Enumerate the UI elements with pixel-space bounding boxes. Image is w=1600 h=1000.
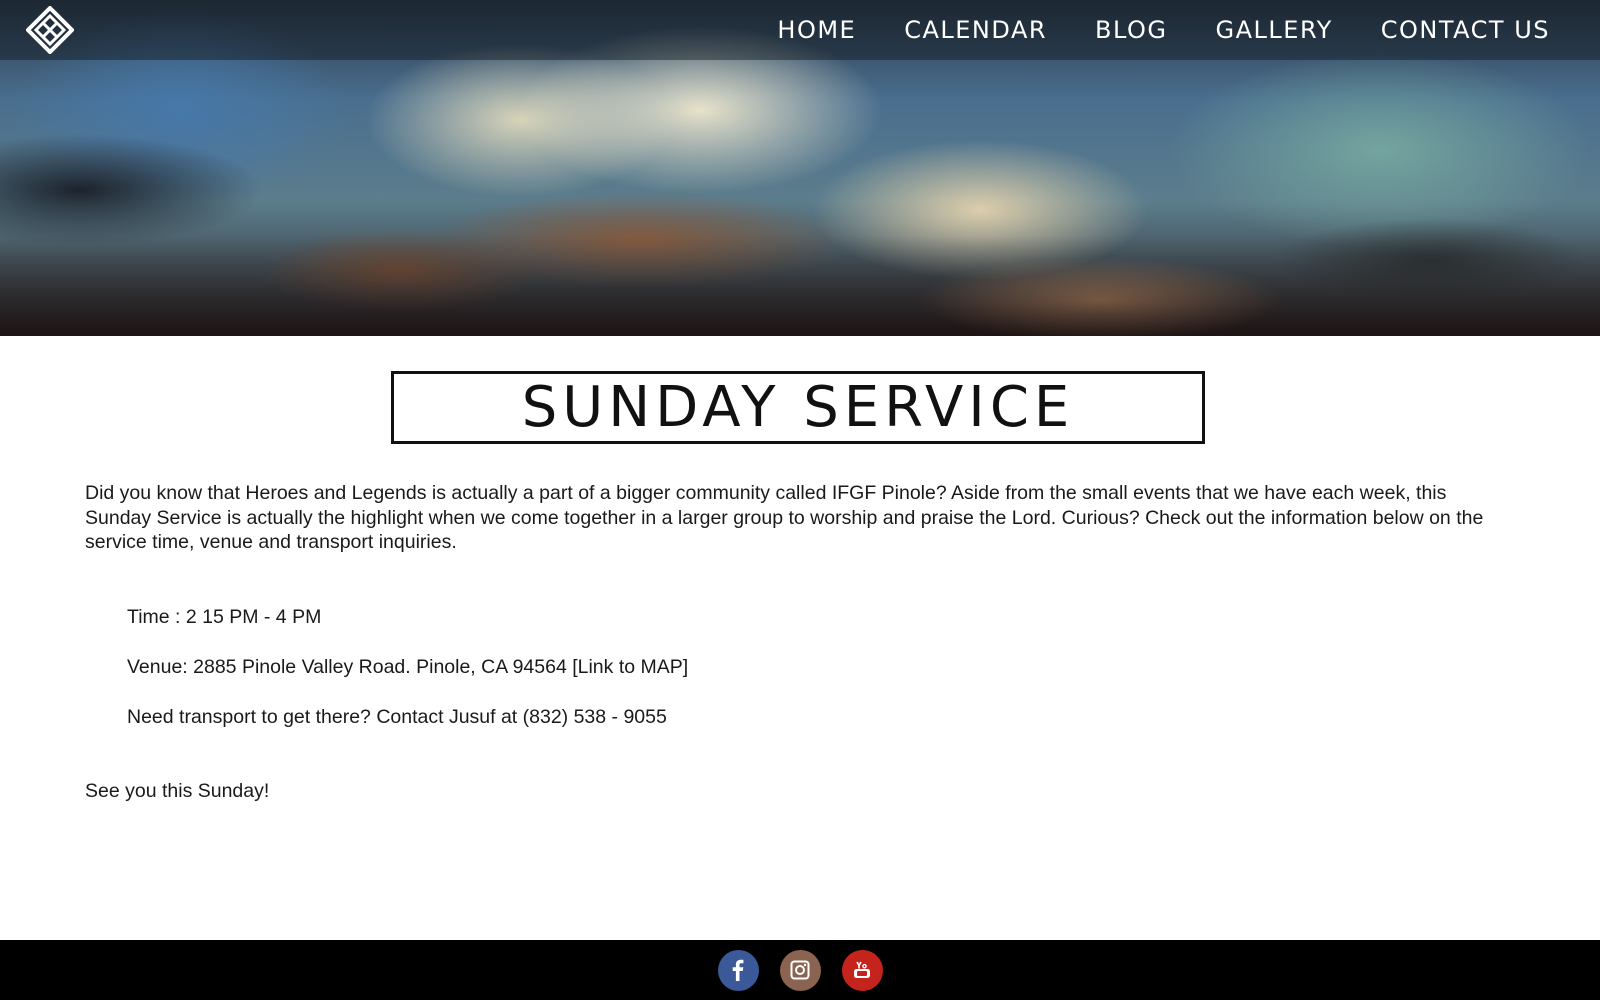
page: HOME CALENDAR BLOG GALLERY CONTACT US SU…: [0, 0, 1600, 1000]
top-nav-bar: HOME CALENDAR BLOG GALLERY CONTACT US: [0, 0, 1600, 60]
nav-calendar[interactable]: CALENDAR: [904, 16, 1047, 44]
service-time: Time : 2 15 PM - 4 PM: [127, 606, 322, 628]
nav-home[interactable]: HOME: [777, 16, 856, 44]
service-venue: Venue: 2885 Pinole Valley Road. Pinole, …: [127, 656, 689, 678]
youtube-icon[interactable]: [841, 949, 883, 991]
service-transport: Need transport to get there? Contact Jus…: [127, 706, 667, 728]
nav-contact-us[interactable]: CONTACT US: [1381, 16, 1550, 44]
instagram-icon[interactable]: [779, 949, 821, 991]
page-title: SUNDAY SERVICE: [521, 374, 1075, 440]
service-details: Time : 2 15 PM - 4 PM Venue: 2885 Pinole…: [127, 604, 688, 754]
intro-paragraph: Did you know that Heroes and Legends is …: [85, 482, 1484, 553]
footer: [0, 940, 1600, 1000]
nav-blog[interactable]: BLOG: [1095, 16, 1167, 44]
main-nav: HOME CALENDAR BLOG GALLERY CONTACT US: [777, 0, 1550, 60]
facebook-icon[interactable]: [717, 949, 759, 991]
hl-diamond-logo-icon[interactable]: [25, 5, 75, 55]
page-title-box: SUNDAY SERVICE: [391, 371, 1205, 444]
closing-line: See you this Sunday!: [85, 780, 270, 802]
nav-gallery[interactable]: GALLERY: [1216, 16, 1333, 44]
